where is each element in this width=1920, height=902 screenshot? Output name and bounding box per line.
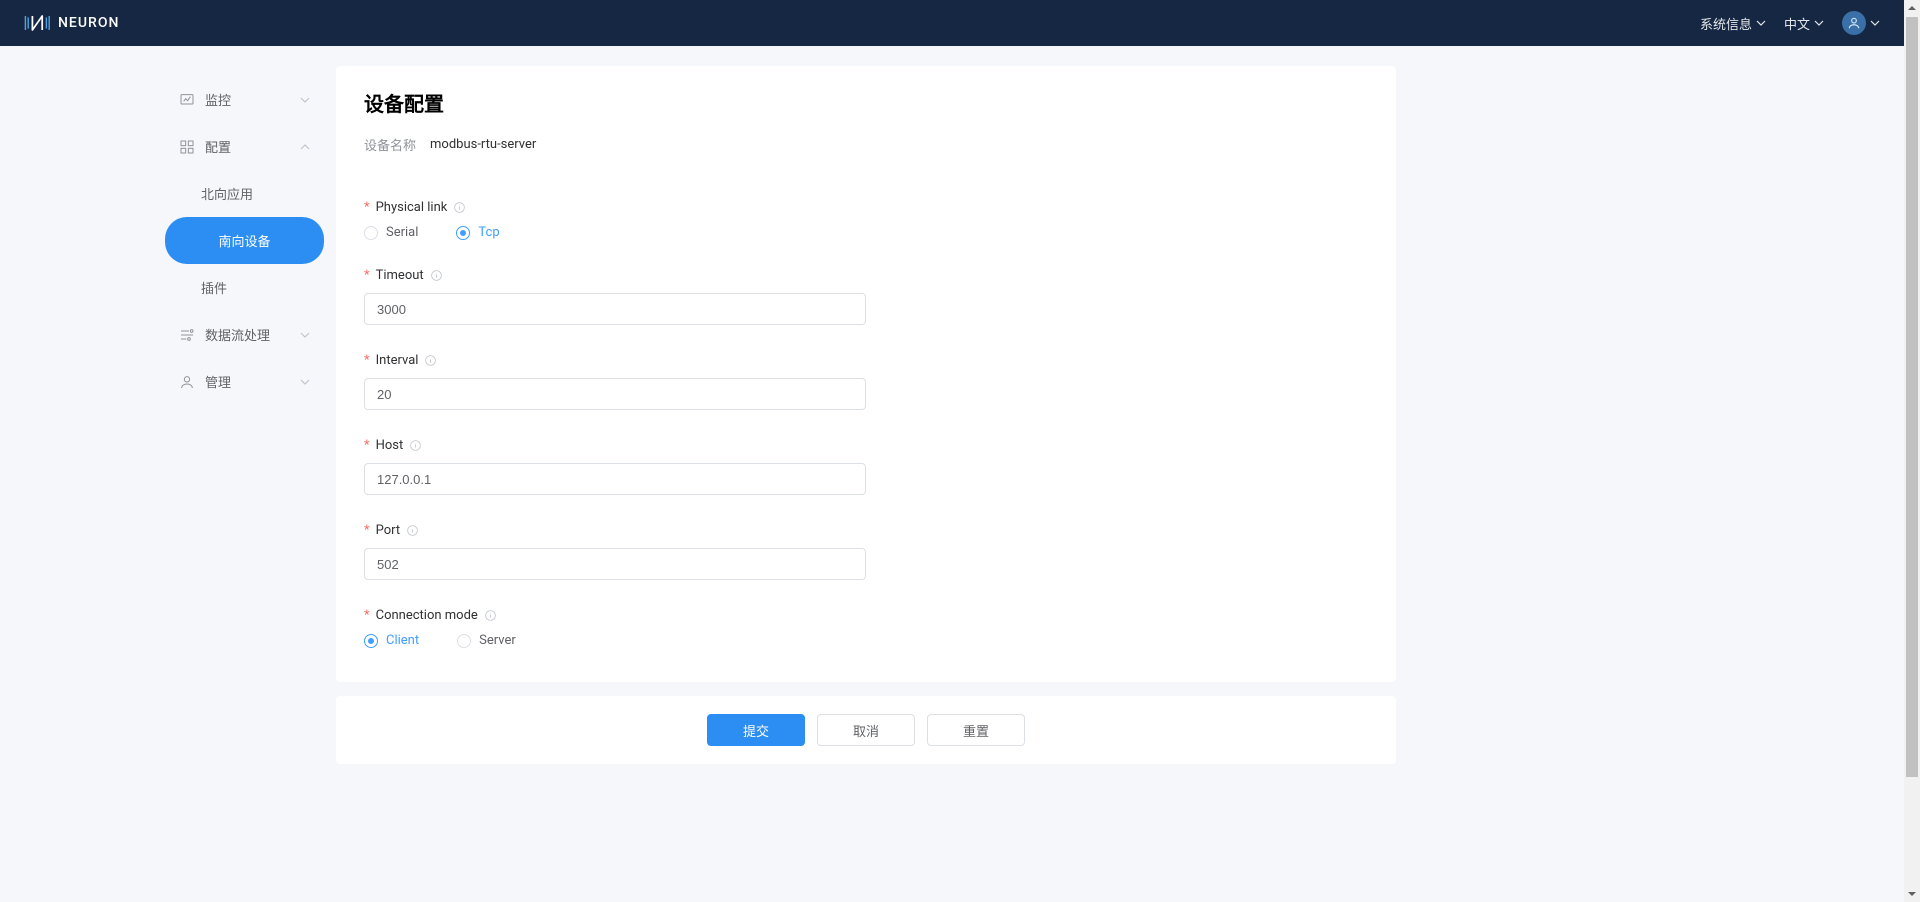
- sidebar-item-monitor[interactable]: 监控: [163, 76, 326, 123]
- sidebar-item-plugin[interactable]: 插件: [163, 264, 326, 311]
- language-menu[interactable]: 中文: [1784, 14, 1824, 33]
- chevron-down-icon: [1870, 18, 1880, 28]
- sidebar-item-data-stream[interactable]: 数据流处理: [163, 311, 326, 358]
- sidebar-label: 监控: [205, 90, 231, 109]
- scroll-thumb[interactable]: [1906, 17, 1918, 777]
- config-icon: [179, 139, 195, 155]
- avatar: [1842, 11, 1866, 35]
- brand-logo[interactable]: NEURON: [24, 13, 119, 33]
- reset-button[interactable]: 重置: [927, 714, 1025, 746]
- config-card: 设备配置 设备名称 modbus-rtu-server * Physical l…: [336, 66, 1396, 682]
- field-label: Port: [376, 523, 401, 538]
- scroll-up-icon[interactable]: [1904, 0, 1920, 16]
- radio-icon: [364, 634, 378, 648]
- data-stream-icon: [179, 327, 195, 343]
- field-label: Interval: [376, 353, 419, 368]
- radio-icon: [456, 226, 470, 240]
- language-label: 中文: [1784, 14, 1810, 33]
- required-marker: *: [364, 200, 370, 215]
- header-left: NEURON: [24, 13, 119, 33]
- brand-text: NEURON: [58, 15, 119, 31]
- radio-label: Server: [479, 633, 516, 648]
- header-right: 系统信息 中文: [1700, 11, 1880, 35]
- required-marker: *: [364, 438, 370, 453]
- info-icon[interactable]: [409, 439, 422, 452]
- device-name-label: 设备名称: [364, 135, 416, 154]
- sidebar-label: 插件: [201, 282, 227, 297]
- info-icon[interactable]: [484, 609, 497, 622]
- info-icon[interactable]: [453, 201, 466, 214]
- chevron-down-icon: [300, 377, 310, 387]
- radio-icon: [457, 634, 471, 648]
- chevron-up-icon: [300, 142, 310, 152]
- field-label: Host: [376, 438, 404, 453]
- radio-tcp[interactable]: Tcp: [456, 225, 499, 240]
- sidebar-label: 南向设备: [218, 235, 270, 250]
- radio-serial[interactable]: Serial: [364, 225, 418, 240]
- required-marker: *: [364, 268, 370, 283]
- field-interval: * Interval: [364, 353, 1368, 410]
- radio-icon: [364, 226, 378, 240]
- info-icon[interactable]: [406, 524, 419, 537]
- logo-icon: [24, 13, 52, 33]
- sidebar-label: 配置: [205, 137, 231, 156]
- sidebar-label: 北向应用: [201, 188, 253, 203]
- footer-actions: 提交 取消 重置: [336, 696, 1396, 764]
- required-marker: *: [364, 523, 370, 538]
- system-info-label: 系统信息: [1700, 14, 1752, 33]
- field-label: Connection mode: [376, 608, 478, 623]
- host-input[interactable]: [364, 463, 866, 495]
- app-header: NEURON 系统信息 中文: [0, 0, 1904, 46]
- chevron-down-icon: [300, 95, 310, 105]
- info-icon[interactable]: [430, 269, 443, 282]
- field-port: * Port: [364, 523, 1368, 580]
- monitor-icon: [179, 92, 195, 108]
- port-input[interactable]: [364, 548, 866, 580]
- field-host: * Host: [364, 438, 1368, 495]
- required-marker: *: [364, 608, 370, 623]
- main-content: 设备配置 设备名称 modbus-rtu-server * Physical l…: [326, 46, 1904, 902]
- field-timeout: * Timeout: [364, 268, 1368, 325]
- cancel-button[interactable]: 取消: [817, 714, 915, 746]
- field-physical-link: * Physical link Serial Tcp: [364, 200, 1368, 240]
- scrollbar[interactable]: [1904, 0, 1920, 902]
- sidebar: 监控 配置 北向应用 南向设备 插件: [163, 46, 326, 902]
- scroll-down-icon[interactable]: [1904, 886, 1920, 902]
- sidebar-item-manage[interactable]: 管理: [163, 358, 326, 405]
- sidebar-item-config[interactable]: 配置: [163, 123, 326, 170]
- field-label: Physical link: [376, 200, 448, 215]
- radio-server[interactable]: Server: [457, 633, 516, 648]
- device-name-value: modbus-rtu-server: [430, 137, 536, 152]
- chevron-down-icon: [1756, 18, 1766, 28]
- sidebar-label: 管理: [205, 372, 231, 391]
- chevron-down-icon: [300, 330, 310, 340]
- radio-label: Client: [386, 633, 419, 648]
- radio-client[interactable]: Client: [364, 633, 419, 648]
- info-icon[interactable]: [424, 354, 437, 367]
- radio-label: Serial: [386, 225, 418, 240]
- sidebar-item-south-device[interactable]: 南向设备: [165, 217, 324, 264]
- device-name-row: 设备名称 modbus-rtu-server: [364, 135, 1368, 154]
- timeout-input[interactable]: [364, 293, 866, 325]
- sidebar-label: 数据流处理: [205, 325, 270, 344]
- chevron-down-icon: [1814, 18, 1824, 28]
- user-icon: [179, 374, 195, 390]
- field-label: Timeout: [376, 268, 424, 283]
- radio-label: Tcp: [478, 225, 499, 240]
- user-menu[interactable]: [1842, 11, 1880, 35]
- sidebar-item-north-app[interactable]: 北向应用: [163, 170, 326, 217]
- submit-button[interactable]: 提交: [707, 714, 805, 746]
- system-info-menu[interactable]: 系统信息: [1700, 14, 1766, 33]
- required-marker: *: [364, 353, 370, 368]
- interval-input[interactable]: [364, 378, 866, 410]
- field-connection-mode: * Connection mode Client Server: [364, 608, 1368, 648]
- page-title: 设备配置: [364, 88, 1368, 117]
